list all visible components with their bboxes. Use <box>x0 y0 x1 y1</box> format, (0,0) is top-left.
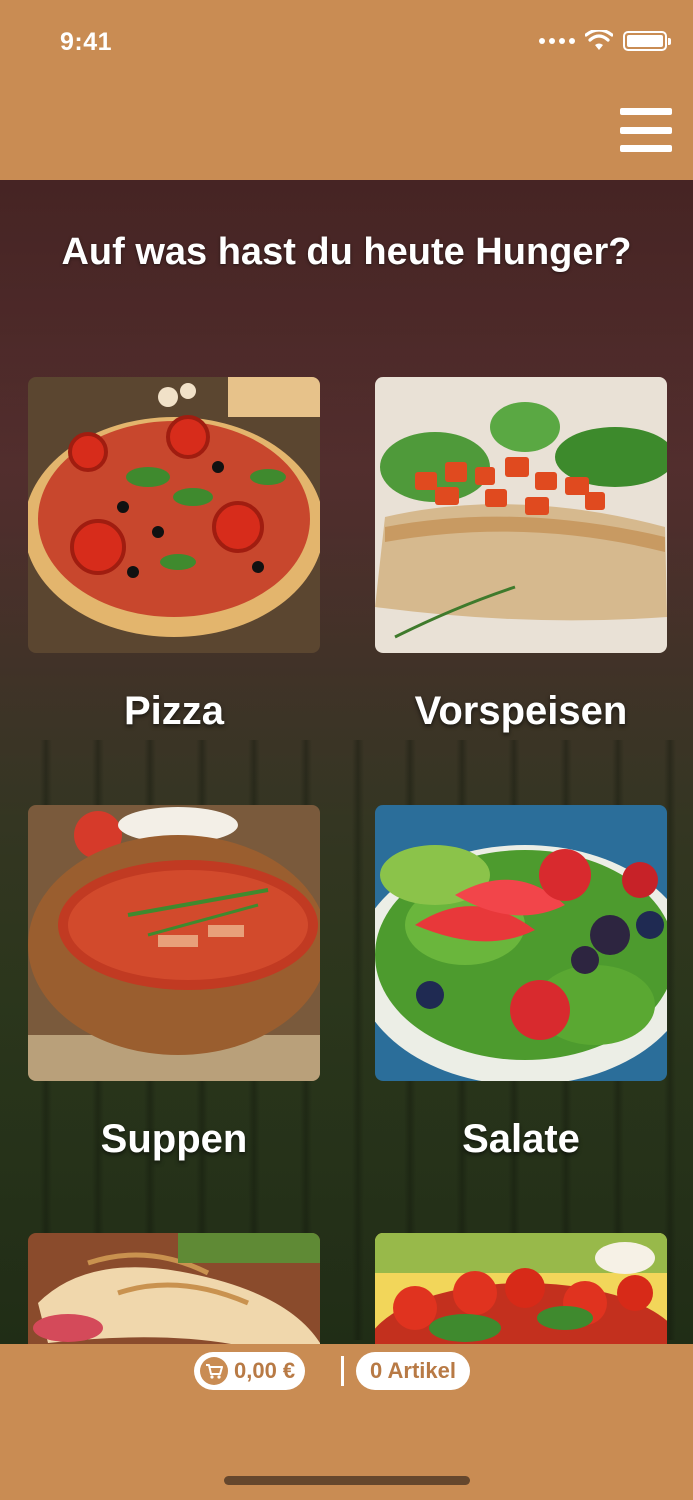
pasta-photo <box>375 1233 667 1344</box>
category-label-salate: Salate <box>462 1117 580 1161</box>
home-indicator[interactable] <box>224 1476 470 1485</box>
status-time: 9:41 <box>60 28 113 56</box>
cart-total-button[interactable]: 0,00 € <box>194 1352 306 1390</box>
divider <box>341 1356 344 1386</box>
signal-icon <box>539 38 575 44</box>
pizza-photo <box>28 377 320 653</box>
hamburger-menu-icon[interactable] <box>619 106 673 154</box>
bruschetta-photo <box>375 377 667 653</box>
category-tile-suppen[interactable]: Suppen <box>28 805 320 1161</box>
cart-bar: 0,00 € 0 Artikel <box>0 1344 693 1500</box>
salad-photo <box>375 805 667 1081</box>
category-tile-bread[interactable] <box>28 1233 320 1344</box>
cart-total: 0,00 € <box>234 1358 296 1383</box>
soup-photo <box>28 805 320 1081</box>
category-tile-salate[interactable]: Salate <box>375 805 667 1161</box>
item-count: 0 Artikel <box>370 1358 457 1383</box>
category-tile-vorspeisen[interactable]: Vorspeisen <box>375 377 667 733</box>
battery-icon <box>623 31 671 51</box>
item-count-badge[interactable]: 0 Artikel <box>356 1352 471 1390</box>
category-label-pizza: Pizza <box>123 689 225 733</box>
category-label-vorspeisen: Vorspeisen <box>414 689 628 733</box>
nav-bar <box>0 88 693 180</box>
category-grid: Auf was hast du heute Hunger? Pizza Vors… <box>0 180 693 1344</box>
bread-photo <box>28 1233 320 1344</box>
category-tile-pizza[interactable]: Pizza <box>28 377 320 733</box>
wifi-icon <box>585 30 613 50</box>
category-label-suppen: Suppen <box>100 1117 248 1161</box>
status-bar: 9:41 <box>0 0 693 88</box>
category-tile-pasta[interactable] <box>375 1233 667 1344</box>
status-icons <box>539 30 671 52</box>
page-title: Auf was hast du heute Hunger? <box>61 231 632 273</box>
shopping-cart-icon <box>200 1357 228 1385</box>
